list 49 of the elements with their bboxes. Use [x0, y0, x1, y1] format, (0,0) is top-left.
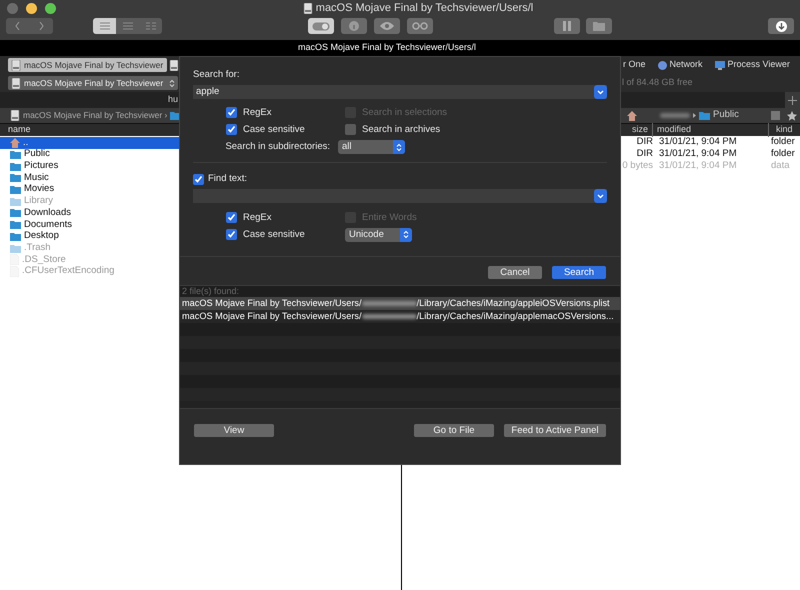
option-label: RegEx	[243, 210, 272, 225]
panel-tab[interactable]: Network	[658, 58, 703, 72]
file-row[interactable]: Music	[0, 172, 179, 184]
select-field[interactable]: Unicode	[345, 228, 412, 242]
file-row[interactable]: Downloads	[0, 207, 179, 219]
breadcrumb-item[interactable]: Public	[713, 108, 739, 123]
file-row[interactable]: Pictures	[0, 160, 179, 172]
drive-select[interactable]: macOS Mojave Final by Techsviewer	[8, 76, 178, 90]
path-fragment: hu	[168, 93, 178, 106]
column-header[interactable]: name	[8, 123, 31, 137]
file-row[interactable]: Documents	[0, 218, 179, 230]
results-summary: 2 file(s) found:	[182, 286, 240, 298]
file-row[interactable]: DIR 31/01/21, 9:04 PM folder	[621, 136, 800, 148]
panel-tab[interactable]: Process Viewer	[714, 58, 790, 72]
field-label: Search in subdirectories:	[224, 140, 331, 154]
search-button[interactable]: Search	[552, 266, 606, 280]
select-field[interactable]: all	[338, 140, 405, 154]
option-label: Case sensitive	[243, 122, 305, 137]
dialog-button[interactable]: Feed to Active Panel	[504, 424, 606, 438]
result-row[interactable]: macOS Mojave Final by Techsviewer/Users/ /Library/Caches/iMazing/appleiOSVersions.plist	[180, 297, 620, 310]
cancel-button[interactable]: Cancel	[488, 266, 542, 280]
column-header[interactable]: kind	[769, 123, 793, 137]
option-label: RegEx	[243, 106, 272, 120]
combo-field[interactable]: apple	[193, 85, 607, 100]
option-label: Search in archives	[362, 122, 440, 137]
path-text: macOS Mojave Final by Techsviewer/Users/l	[298, 41, 476, 54]
file-row[interactable]: Public	[0, 148, 179, 160]
file-row[interactable]: Desktop	[0, 230, 179, 242]
panel-tab[interactable]: macOS Mojave Final by Techsviewer	[8, 58, 167, 72]
column-header[interactable]: size	[621, 123, 653, 137]
result-path: macOS Mojave Final by Techsviewer/Users/	[182, 296, 362, 310]
option-label: Find text:	[208, 172, 248, 186]
result-path: /Library/Caches/iMazing/applemacOSVersions...	[416, 310, 614, 323]
result-row[interactable]: macOS Mojave Final by Techsviewer/Users/ /Library/Caches/iMazing/applemacOSVersions...	[180, 310, 620, 324]
file-row[interactable]: DIR 31/01/21, 9:04 PM folder	[621, 148, 800, 160]
option-label: Search in selections	[362, 106, 448, 120]
option-label: Entire Words	[362, 210, 417, 225]
option-label: Case sensitive	[243, 228, 305, 242]
result-path: /Library/Caches/iMazing/appleiOSVersions.plist	[416, 296, 610, 310]
window-title: macOS Mojave Final by Techsviewer/Users/l	[316, 0, 534, 16]
panel-tab[interactable]: r One	[623, 58, 646, 72]
result-path: macOS Mojave Final by Techsviewer/Users/	[182, 310, 362, 323]
field-label: Search for:	[193, 68, 240, 82]
file-row[interactable]: Movies	[0, 184, 179, 196]
dialog-button[interactable]: Go to File	[414, 424, 494, 438]
column-header[interactable]: modified	[653, 123, 769, 137]
file-row[interactable]: ..	[0, 137, 179, 149]
dialog-button[interactable]: View	[194, 424, 274, 438]
free-space: l of 84.48 GB free	[622, 76, 693, 90]
